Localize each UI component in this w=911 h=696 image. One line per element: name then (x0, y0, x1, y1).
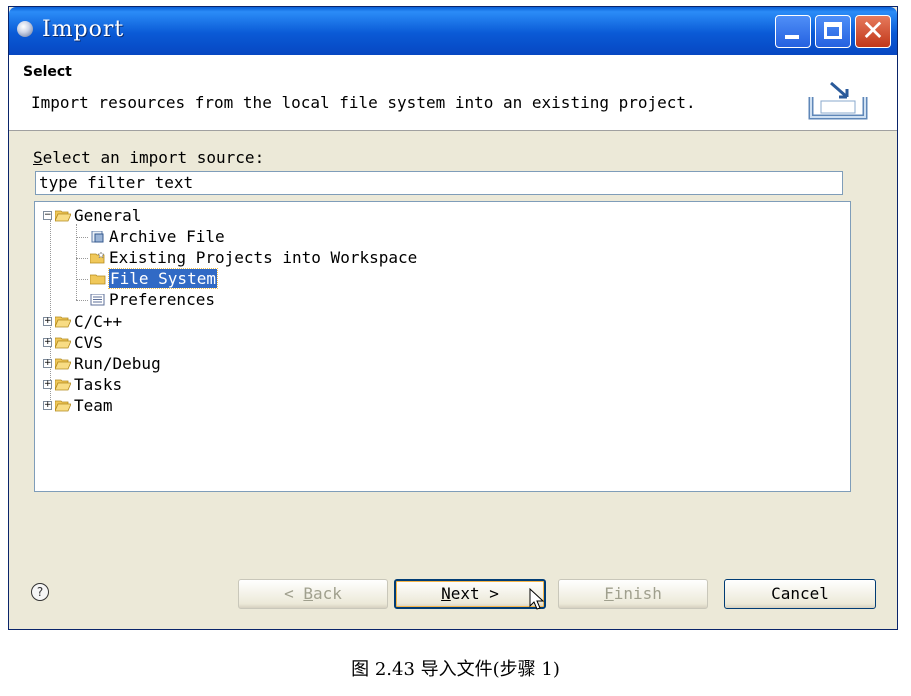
tree-item-tasks[interactable]: + Tasks (43, 374, 122, 395)
close-icon: ✕ (861, 14, 885, 47)
folder-open-icon (55, 210, 71, 221)
folder-open-icon (55, 337, 71, 348)
banner-title: Select (23, 64, 72, 80)
tree-item-preferences[interactable]: Preferences (90, 289, 215, 310)
minimize-button[interactable] (775, 15, 811, 48)
maximize-button[interactable] (815, 15, 851, 48)
finish-button-label: inish (613, 584, 662, 603)
import-source-label-text: elect an import source: (42, 148, 265, 167)
import-wizard-icon (808, 81, 868, 120)
figure-caption: 图 2.43 导入文件(步骤 1) (351, 659, 560, 680)
finish-button[interactable]: Finish (558, 579, 708, 609)
tree-item-team[interactable]: + Team (43, 395, 113, 416)
collapse-icon[interactable]: − (43, 211, 52, 220)
folder-open-icon (55, 316, 71, 327)
folder-open-icon (55, 400, 71, 411)
help-icon[interactable]: ? (31, 583, 49, 601)
expand-icon[interactable]: + (43, 338, 52, 347)
wizard-banner: Select Import resources from the local f… (9, 55, 897, 131)
eclipse-icon (17, 21, 33, 37)
tree-item-cvs[interactable]: + CVS (43, 332, 103, 353)
expand-icon[interactable]: + (43, 359, 52, 368)
tree-item-label: Existing Projects into Workspace (109, 248, 418, 267)
tree-item-existing-projects[interactable]: Existing Projects into Workspace (90, 247, 417, 268)
cancel-button[interactable]: Cancel (724, 579, 876, 609)
preferences-icon (90, 293, 105, 305)
tree-guide-line (76, 279, 88, 280)
tree-item-label: General (74, 206, 142, 225)
folder-open-icon (55, 379, 71, 390)
title-bar[interactable]: Import ✕ (9, 7, 897, 55)
folder-icon (90, 274, 106, 284)
maximize-icon (824, 22, 842, 39)
tree-item-file-system[interactable]: File System (90, 268, 218, 289)
tree-item-label: C/C++ (74, 312, 123, 331)
tree-guide-line (76, 258, 88, 259)
folder-open-icon (55, 358, 71, 369)
import-source-tree[interactable]: − General Archive File Existing Projects… (34, 201, 851, 492)
next-button-mnemonic: N (441, 584, 451, 603)
tree-item-label: CVS (74, 333, 103, 352)
import-dialog: Import ✕ Select Import resources from th… (8, 6, 898, 630)
tree-item-label: Tasks (74, 375, 123, 394)
tree-item-run-debug[interactable]: + Run/Debug (43, 353, 161, 374)
mnemonic-s: S (33, 148, 43, 167)
tree-item-label: Run/Debug (74, 354, 161, 373)
back-button-label: ack (313, 584, 342, 603)
tree-item-cpp[interactable]: + C/C++ (43, 311, 122, 332)
expand-icon[interactable]: + (43, 317, 52, 326)
tree-guide-line (76, 300, 88, 301)
tree-item-label: Archive File (109, 227, 225, 246)
next-button[interactable]: Next > (394, 579, 546, 609)
import-source-label: Select an import source: (33, 148, 264, 167)
tree-item-archive-file[interactable]: Archive File (90, 226, 225, 247)
window-title: Import (42, 17, 125, 42)
tree-item-label: File System (108, 268, 218, 289)
banner-description: Import resources from the local file sys… (31, 93, 696, 112)
next-button-label: ext > (450, 584, 499, 603)
existing-project-icon (90, 251, 105, 263)
tree-item-label: Preferences (109, 290, 215, 309)
back-button-mnemonic: B (303, 584, 313, 603)
filter-input[interactable]: type filter text (35, 171, 843, 195)
tree-item-general[interactable]: − General (43, 205, 141, 226)
back-button[interactable]: < Back (238, 579, 388, 609)
expand-icon[interactable]: + (43, 401, 52, 410)
close-button[interactable]: ✕ (855, 14, 891, 48)
tree-guide-line (76, 224, 77, 300)
tree-item-label: Team (74, 396, 113, 415)
minimize-icon (785, 35, 799, 39)
expand-icon[interactable]: + (43, 380, 52, 389)
back-button-arrow: < (284, 584, 304, 603)
archive-file-icon (91, 230, 104, 242)
mouse-pointer-icon (529, 588, 545, 610)
tree-guide-line (76, 237, 88, 238)
finish-button-mnemonic: F (604, 584, 614, 603)
